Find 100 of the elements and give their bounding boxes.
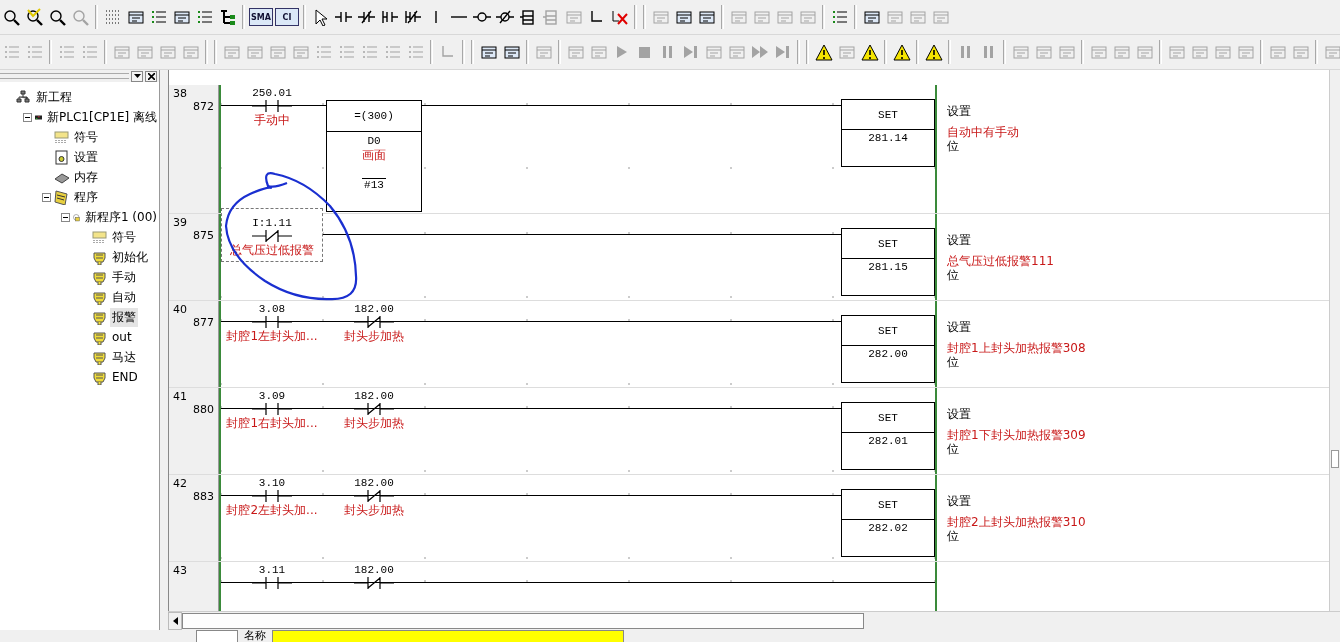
parallel-contact-icon — [379, 8, 400, 26]
labeled-tool-button[interactable]: SMA — [249, 8, 273, 26]
tree-item[interactable]: out — [110, 329, 134, 345]
window-icon — [1322, 43, 1340, 61]
window-icon — [650, 8, 671, 26]
section-icon — [92, 289, 107, 305]
ladder-contact[interactable]: 3.11 — [221, 562, 323, 590]
window-icon — [588, 43, 609, 61]
tree-item[interactable]: 符号 — [72, 127, 100, 147]
closed-coil-icon — [494, 8, 515, 26]
step-number: 875 — [193, 229, 214, 242]
window-icon — [907, 8, 928, 26]
ladder-contact[interactable]: 182.00 封头步加热 — [323, 388, 425, 430]
labeled-tool-button[interactable]: CI — [275, 8, 299, 26]
document-icon — [54, 149, 69, 165]
horizontal-scrollbar[interactable] — [168, 611, 1340, 630]
tree-item[interactable]: 符号 — [110, 227, 138, 247]
window-icon — [157, 43, 178, 61]
contact-comment: 封腔1左封头加... — [226, 329, 318, 343]
section-icon — [92, 309, 107, 325]
section-icon — [92, 329, 107, 345]
contact-address: 182.00 — [354, 564, 394, 576]
instruction-name: =(300) — [327, 101, 421, 132]
window-icon — [884, 8, 905, 26]
warning-icon — [813, 43, 834, 61]
name-field[interactable] — [272, 630, 624, 642]
tree-item[interactable]: 马达 — [110, 347, 138, 367]
section-icon — [92, 369, 107, 385]
window-icon — [797, 8, 818, 26]
window-icon — [1267, 43, 1288, 61]
step-number: 883 — [193, 490, 214, 503]
tree-item[interactable]: 新PLC1[CP1E] 离线 — [45, 107, 159, 127]
window-icon — [290, 43, 311, 61]
output-comment: 设置 — [947, 104, 972, 118]
tree-item[interactable]: 设置 — [72, 147, 100, 167]
tree-item[interactable]: 初始化 — [110, 247, 150, 267]
contact-address: 182.00 — [354, 477, 394, 489]
caret-icon — [133, 74, 141, 78]
contact-comment: 封头步加热 — [344, 503, 404, 517]
window-icon — [171, 8, 192, 26]
ladder-contact[interactable]: 182.00 — [323, 562, 425, 590]
tree-item[interactable]: 新程序1 (00) — [82, 207, 159, 227]
ladder-contact[interactable]: 3.10 封腔2左封头加... — [221, 475, 323, 517]
left-arrow-icon — [172, 617, 178, 625]
ladder-contact[interactable]: 3.08 封腔1左封头加... — [221, 301, 323, 343]
window-icon — [1111, 43, 1132, 61]
section-icon — [92, 249, 107, 265]
window-icon — [861, 8, 882, 26]
tree-item[interactable]: 程序 — [72, 187, 100, 207]
section-icon — [92, 349, 107, 365]
operand: #13 — [362, 178, 386, 191]
contact-address: 182.00 — [354, 390, 394, 402]
window-icon — [930, 8, 951, 26]
ladder-contact[interactable]: 3.09 封腔1右封头加... — [221, 388, 323, 430]
tree-item[interactable]: 内存 — [72, 167, 100, 187]
expand-toggle[interactable] — [61, 212, 70, 222]
output-comment: 位 — [947, 268, 960, 282]
warning-icon — [859, 43, 880, 61]
contact-address: 3.08 — [258, 303, 286, 315]
instruction-name: SET — [842, 229, 934, 259]
window-icon — [703, 43, 724, 61]
warning-icon — [891, 43, 912, 61]
window-icon — [1134, 43, 1155, 61]
close-button[interactable] — [145, 70, 157, 82]
contact-comment: 封头步加热 — [344, 416, 404, 430]
output-comment: 设置 — [947, 494, 972, 508]
tree-item[interactable]: 报警 — [110, 307, 138, 327]
expand-toggle[interactable] — [23, 112, 32, 122]
contact-address: 3.10 — [258, 477, 286, 489]
find-marker-icon — [24, 8, 45, 26]
input-field[interactable] — [196, 630, 238, 642]
window-icon — [533, 43, 554, 61]
window-icon — [134, 43, 155, 61]
vertical-scrollbar[interactable] — [1329, 70, 1340, 611]
ladder-contact[interactable]: 182.00 封头步加热 — [323, 475, 425, 517]
output-comment: 封腔2上封头加热报警310 — [947, 515, 1086, 529]
output-comment: 自动中有手动 — [947, 125, 1019, 139]
tree-item[interactable]: 自动 — [110, 287, 138, 307]
contact-address: 182.00 — [354, 303, 394, 315]
window-icon — [244, 43, 265, 61]
dropdown-button[interactable] — [131, 70, 143, 82]
contact-address: I:1.11 — [252, 217, 292, 229]
window-icon — [726, 43, 747, 61]
window-icon — [1212, 43, 1233, 61]
output-comment: 设置 — [947, 320, 972, 334]
table-icon — [54, 129, 69, 145]
window-icon — [180, 43, 201, 61]
tree-item[interactable]: 新工程 — [34, 87, 74, 107]
tree-item[interactable]: END — [110, 369, 140, 385]
hierarchy-icon — [16, 89, 31, 105]
field-label: 名称 — [244, 630, 266, 642]
output-comment: 设置 — [947, 407, 972, 421]
window-icon — [1189, 43, 1210, 61]
rung-number: 42 — [173, 477, 187, 490]
ladder-contact[interactable]: 250.01 手动中 — [221, 85, 323, 127]
ladder-contact[interactable]: 182.00 封头步加热 — [323, 301, 425, 343]
expand-toggle[interactable] — [42, 192, 51, 202]
tree-item[interactable]: 手动 — [110, 267, 138, 287]
contact-comment: 封腔1右封头加... — [226, 416, 318, 430]
rung-number: 38 — [173, 87, 187, 100]
